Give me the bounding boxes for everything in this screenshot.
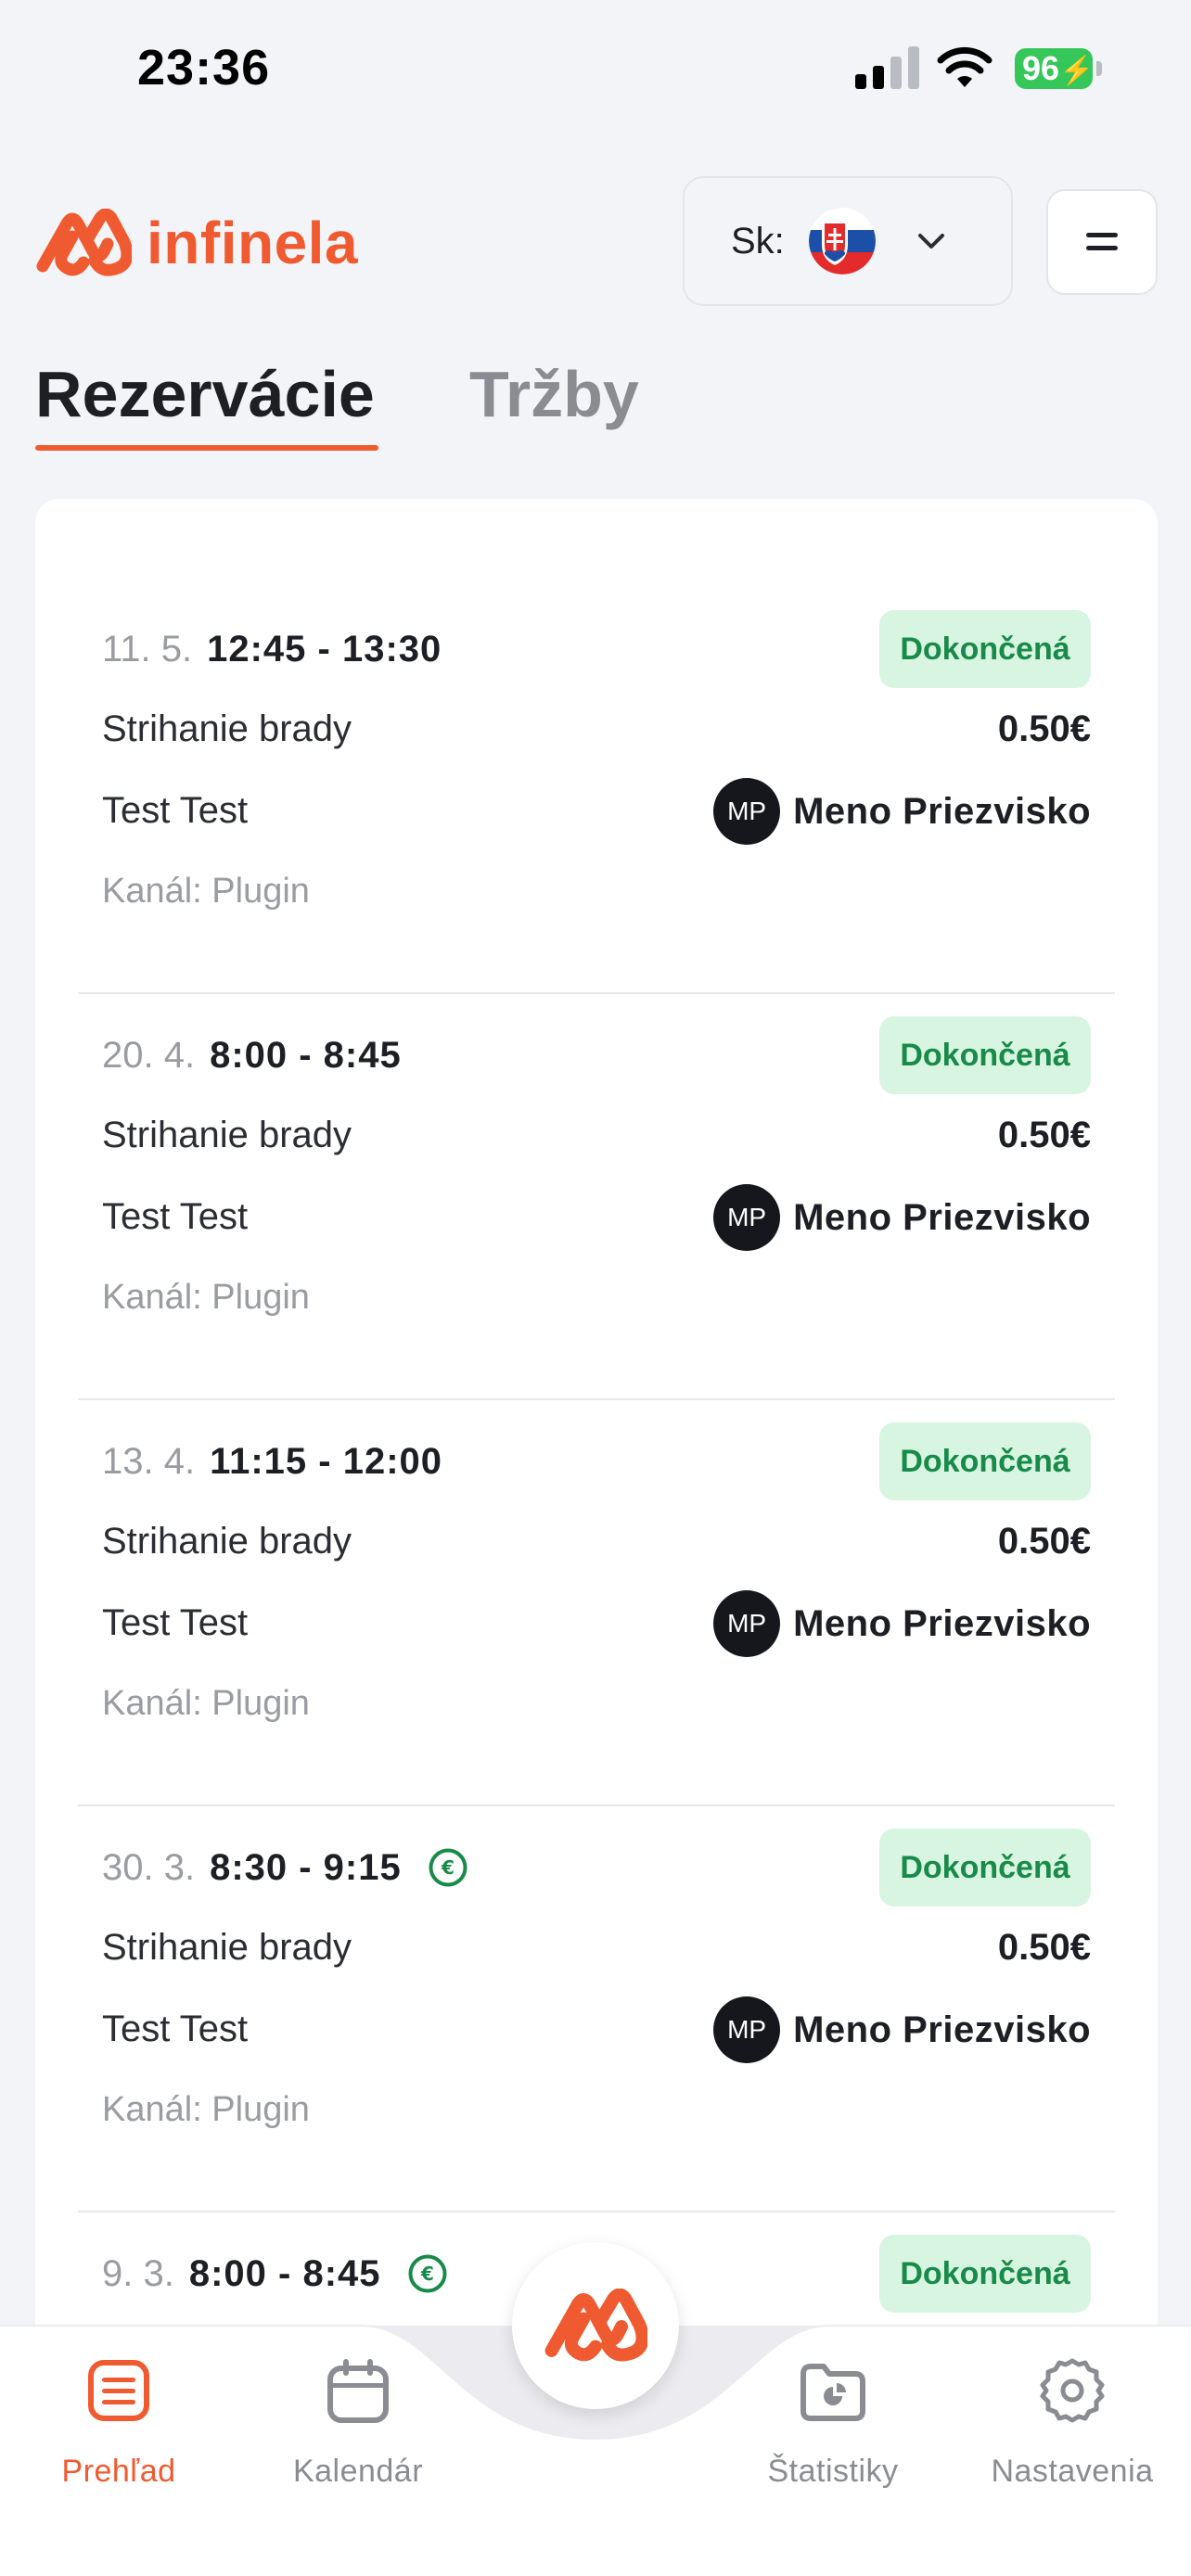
language-select[interactable]: Sk: [683,176,1013,306]
staff-name: Meno Priezvisko [793,790,1091,832]
tab-revenue[interactable]: Tržby [469,357,639,431]
client-name: Test Test [102,790,249,831]
nav-label: Nastavenia [991,2454,1154,2489]
nav-label: Štatistiky [767,2454,899,2489]
menu-button[interactable] [1046,189,1158,295]
staff-name: Meno Priezvisko [793,1196,1091,1238]
reservation-item[interactable]: 13. 4. 11:15 - 12:00 Dokončená Strihanie… [35,1422,1158,1840]
status-badge: Dokončená [879,1016,1091,1094]
svg-text:€: € [420,2263,434,2285]
reservation-datetime: 30. 3. 8:30 - 9:15 € [102,1840,468,1895]
service-name: Strihanie brady [102,708,352,749]
nav-label: Prehľad [61,2454,176,2489]
divider [78,992,1115,994]
channel: Kanál: Plugin [102,1278,310,1317]
avatar: MP [713,1184,781,1251]
reservation-item[interactable]: 20. 4. 8:00 - 8:45 Dokončená Strihanie b… [35,1016,1158,1434]
reservation-date: 13. 4. [102,1440,196,1482]
calendar-icon [327,2359,389,2423]
battery-icon: 96⚡ [1015,48,1102,89]
staff-member: MP Meno Priezvisko [713,777,1091,846]
app-logo: infinela [35,206,358,280]
price: 0.50€ [997,1521,1091,1562]
client-name: Test Test [102,2009,249,2049]
cellular-signal-icon [855,46,919,89]
nav-item-calendar[interactable]: Kalendár [247,2355,469,2490]
status-badge: Dokončená [879,2235,1091,2313]
battery-level: 96 [1022,49,1060,87]
infinela-logo-icon [36,209,132,276]
avatar: MP [713,1590,781,1657]
infinela-logo-icon [544,2289,647,2362]
gear-icon [1040,2358,1105,2423]
language-label: Sk: [731,220,785,261]
reservation-item[interactable]: 30. 3. 8:30 - 9:15 € Dokončená Strihanie… [35,1829,1158,2246]
avatar: MP [713,1996,781,2063]
reservation-item[interactable]: 11. 5. 12:45 - 13:30 Dokončená Strihanie… [35,610,1158,1027]
status-badge: Dokončená [879,1829,1091,1906]
client-name: Test Test [102,1196,249,1237]
reservation-datetime: 13. 4. 11:15 - 12:00 [102,1434,442,1489]
price: 0.50€ [997,1927,1091,1968]
service-name: Strihanie brady [102,1521,352,1562]
nav-item-settings[interactable]: Nastavenia [961,2355,1184,2490]
home-logo-button[interactable] [512,2242,679,2409]
divider [78,1398,1115,1400]
service-name: Strihanie brady [102,1927,352,1968]
divider [78,2211,1115,2213]
staff-name: Meno Priezvisko [793,2009,1091,2050]
status-badge: Dokončená [879,1422,1091,1500]
staff-member: MP Meno Priezvisko [713,1183,1091,1252]
nav-item-overview[interactable]: Prehľad [7,2355,230,2490]
reservation-date: 11. 5. [102,628,193,670]
logo-text: infinela [147,210,359,276]
tab-reservations[interactable]: Rezervácie [35,357,375,431]
slovak-flag-icon [808,208,876,274]
client-name: Test Test [102,1602,249,1643]
svg-text:€: € [441,1856,455,1879]
stats-folder-icon [800,2364,865,2421]
staff-member: MP Meno Priezvisko [713,1996,1091,2064]
list-icon [88,2360,149,2421]
chevron-down-icon [917,234,944,249]
paid-euro-icon: € [429,1848,467,1887]
divider [78,1804,1115,1806]
menu-icon [1086,233,1118,250]
reservation-time: 12:45 - 13:30 [207,628,442,670]
channel: Kanál: Plugin [102,1684,310,1723]
staff-name: Meno Priezvisko [793,1602,1091,1644]
nav-item-statistics[interactable]: Štatistiky [722,2355,944,2490]
staff-member: MP Meno Priezvisko [713,1589,1091,1658]
channel: Kanál: Plugin [102,872,310,911]
wifi-icon [937,46,992,87]
reservation-time: 11:15 - 12:00 [210,1440,443,1482]
service-name: Strihanie brady [102,1115,352,1155]
paid-euro-icon: € [408,2254,447,2293]
reservation-date: 9. 3. [102,2252,174,2294]
channel: Kanál: Plugin [102,2090,310,2129]
status-time: 23:36 [137,40,271,96]
avatar: MP [713,778,781,845]
reservation-datetime: 11. 5. 12:45 - 13:30 [102,621,442,677]
reservation-date: 30. 3. [102,1846,196,1888]
reservation-time: 8:00 - 8:45 [210,1034,402,1076]
price: 0.50€ [997,1115,1091,1155]
price: 0.50€ [997,708,1091,749]
nav-label: Kalendár [292,2454,424,2489]
status-badge: Dokončená [879,610,1091,688]
reservation-time: 8:30 - 9:15 [210,1846,402,1888]
active-tab-indicator [35,445,378,451]
reservation-date: 20. 4. [102,1034,196,1076]
reservation-datetime: 9. 3. 8:00 - 8:45 € [102,2246,448,2302]
reservation-time: 8:00 - 8:45 [188,2252,381,2294]
reservation-datetime: 20. 4. 8:00 - 8:45 [102,1027,402,1083]
